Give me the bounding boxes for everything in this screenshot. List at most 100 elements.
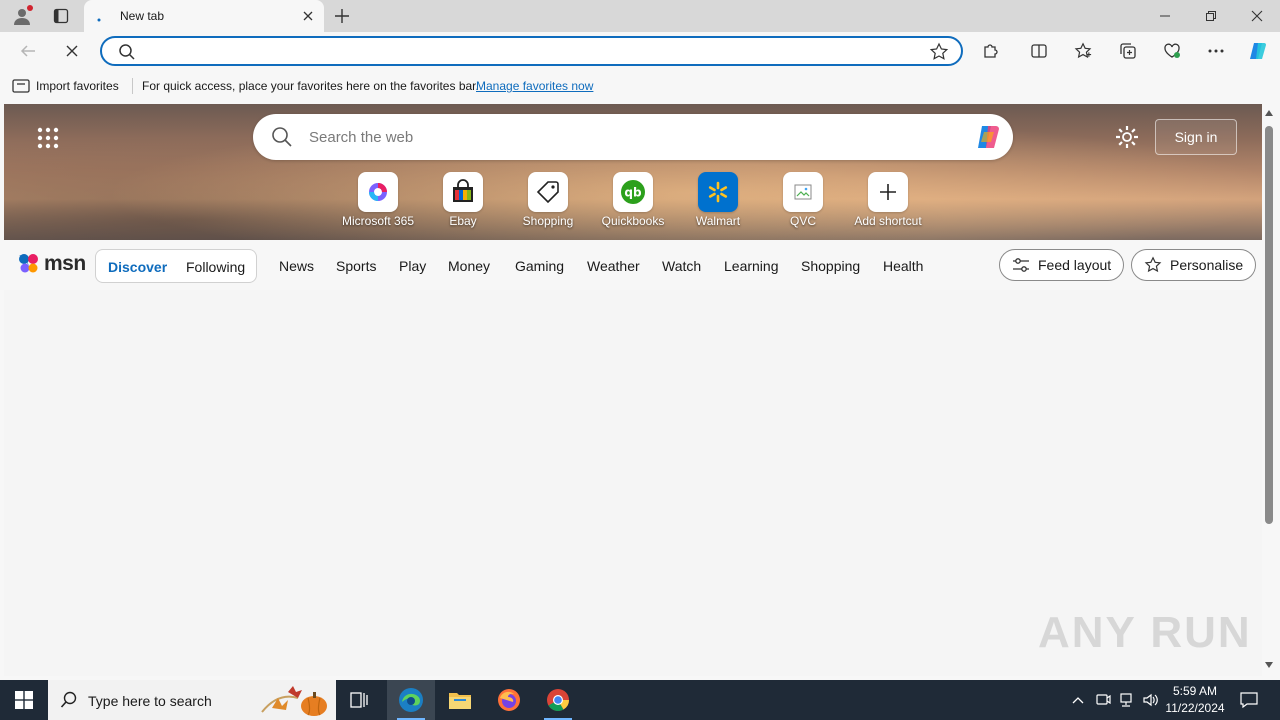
import-favorites-label: Import favorites <box>36 79 119 93</box>
sign-in-button[interactable]: Sign in <box>1155 119 1237 155</box>
tab-discover[interactable]: Discover <box>108 259 167 275</box>
add-favorite-star-icon[interactable] <box>929 42 949 62</box>
collections-button[interactable] <box>1114 37 1142 65</box>
favorites-bar-message: For quick access, place your favorites h… <box>142 79 479 93</box>
settings-more-button[interactable] <box>1202 37 1230 65</box>
tab-close-button[interactable] <box>300 8 316 24</box>
taskbar-chrome[interactable] <box>534 680 582 720</box>
minimize-button[interactable] <box>1142 0 1188 32</box>
nav-item-news[interactable]: News <box>279 258 314 274</box>
shortcut-label: Quickbooks <box>601 214 665 228</box>
scroll-down-arrow-icon[interactable] <box>1265 662 1273 668</box>
search-icon <box>119 44 135 60</box>
task-view-button[interactable] <box>336 680 384 720</box>
svg-text:qb: qb <box>624 186 642 200</box>
manage-favorites-link[interactable]: Manage favorites now <box>476 79 593 93</box>
split-screen-icon <box>1031 44 1047 58</box>
start-button[interactable] <box>0 680 48 720</box>
more-options-icon <box>1208 49 1224 53</box>
search-icon <box>272 127 292 147</box>
stop-loading-button[interactable] <box>58 37 86 65</box>
shortcut-shopping[interactable]: Shopping <box>508 172 588 232</box>
task-view-icon <box>350 692 368 708</box>
favorites-star-icon <box>1074 42 1092 59</box>
nav-item-weather[interactable]: Weather <box>587 258 640 274</box>
shortcut-walmart[interactable]: Walmart <box>678 172 758 232</box>
search-placeholder: Search the web <box>309 129 414 146</box>
tab-actions-button[interactable] <box>48 4 74 28</box>
msn-nav-bar: msn Discover Following News Sports Play … <box>4 240 1262 290</box>
import-favorites-button[interactable]: Import favorites <box>12 77 119 95</box>
scroll-up-arrow-icon[interactable] <box>1265 110 1273 116</box>
msn-logo-text: msn <box>44 252 86 275</box>
new-tab-button[interactable] <box>330 4 354 28</box>
personalise-button[interactable]: Personalise <box>1131 249 1257 281</box>
close-window-button[interactable] <box>1234 0 1280 32</box>
nav-item-play[interactable]: Play <box>399 258 426 274</box>
show-hidden-icons-button[interactable] <box>1068 680 1088 720</box>
feed-segmented-control: Discover Following <box>95 249 257 283</box>
shortcut-tile <box>443 172 483 212</box>
taskbar-file-explorer[interactable] <box>436 680 484 720</box>
nav-item-money[interactable]: Money <box>448 258 490 274</box>
tray-network[interactable] <box>1116 680 1138 720</box>
close-icon <box>66 45 78 57</box>
heart-pulse-icon <box>1164 43 1180 58</box>
shopping-tag-icon <box>536 181 559 204</box>
address-input[interactable] <box>142 41 922 61</box>
restore-icon <box>1206 11 1216 21</box>
tray-volume[interactable] <box>1140 680 1162 720</box>
clock-date: 11/22/2024 <box>1165 701 1225 715</box>
shortcut-label: Ebay <box>449 214 477 228</box>
shortcut-microsoft-365[interactable]: Microsoft 365 <box>338 172 418 232</box>
settings-gear-icon[interactable] <box>1114 124 1140 150</box>
shortcut-qvc[interactable]: QVC <box>763 172 843 232</box>
tab-actions-icon <box>53 8 69 24</box>
nav-item-watch[interactable]: Watch <box>662 258 701 274</box>
notification-icon <box>1240 692 1258 708</box>
taskbar-search-box[interactable]: Type here to search <box>48 680 336 720</box>
shortcut-quickbooks[interactable]: qb Quickbooks <box>593 172 673 232</box>
copilot-icon <box>1250 43 1266 59</box>
scrollbar-thumb[interactable] <box>1265 126 1273 524</box>
favorites-button[interactable] <box>1069 37 1097 65</box>
back-button[interactable] <box>14 37 42 65</box>
copilot-button[interactable] <box>1244 37 1272 65</box>
personalise-label: Personalise <box>1170 257 1244 273</box>
msn-logo[interactable]: msn <box>16 250 86 278</box>
shortcut-add[interactable]: Add shortcut <box>848 172 928 232</box>
nav-item-learning[interactable]: Learning <box>724 258 779 274</box>
nav-item-gaming[interactable]: Gaming <box>515 258 564 274</box>
browser-essentials-button[interactable] <box>1158 37 1186 65</box>
nav-item-health[interactable]: Health <box>883 258 923 274</box>
browser-toolbar <box>0 32 1280 70</box>
hero-background: Search the web Sign in Microsoft 365 Eba… <box>4 104 1262 240</box>
close-icon <box>1251 10 1263 22</box>
tray-meet-now[interactable] <box>1092 680 1114 720</box>
shortcut-tile <box>783 172 823 212</box>
collections-icon <box>1120 43 1136 59</box>
back-arrow-icon <box>20 45 35 57</box>
taskbar-search-placeholder: Type here to search <box>88 693 212 709</box>
taskbar-firefox[interactable] <box>485 680 533 720</box>
copilot-icon[interactable] <box>973 122 1003 152</box>
shortcut-ebay[interactable]: Ebay <box>423 172 503 232</box>
extensions-button[interactable] <box>977 37 1005 65</box>
address-bar[interactable] <box>100 36 963 66</box>
tab-new-tab[interactable]: New tab <box>84 0 324 32</box>
web-search-box[interactable]: Search the web <box>253 114 1013 160</box>
close-icon <box>303 11 313 21</box>
feed-layout-button[interactable]: Feed layout <box>999 249 1125 281</box>
nav-item-sports[interactable]: Sports <box>336 258 376 274</box>
split-screen-button[interactable] <box>1025 37 1053 65</box>
taskbar-edge[interactable] <box>387 680 435 720</box>
shortcut-label: Add shortcut <box>854 214 922 228</box>
restore-button[interactable] <box>1188 0 1234 32</box>
tab-following[interactable]: Following <box>186 259 245 275</box>
taskbar-clock[interactable]: 5:59 AM 11/22/2024 <box>1160 683 1230 717</box>
nav-item-shopping[interactable]: Shopping <box>801 258 860 274</box>
vertical-scrollbar[interactable] <box>1262 104 1276 676</box>
app-launcher-icon[interactable] <box>36 126 60 150</box>
action-center-button[interactable] <box>1236 680 1262 720</box>
network-icon <box>1120 693 1132 707</box>
